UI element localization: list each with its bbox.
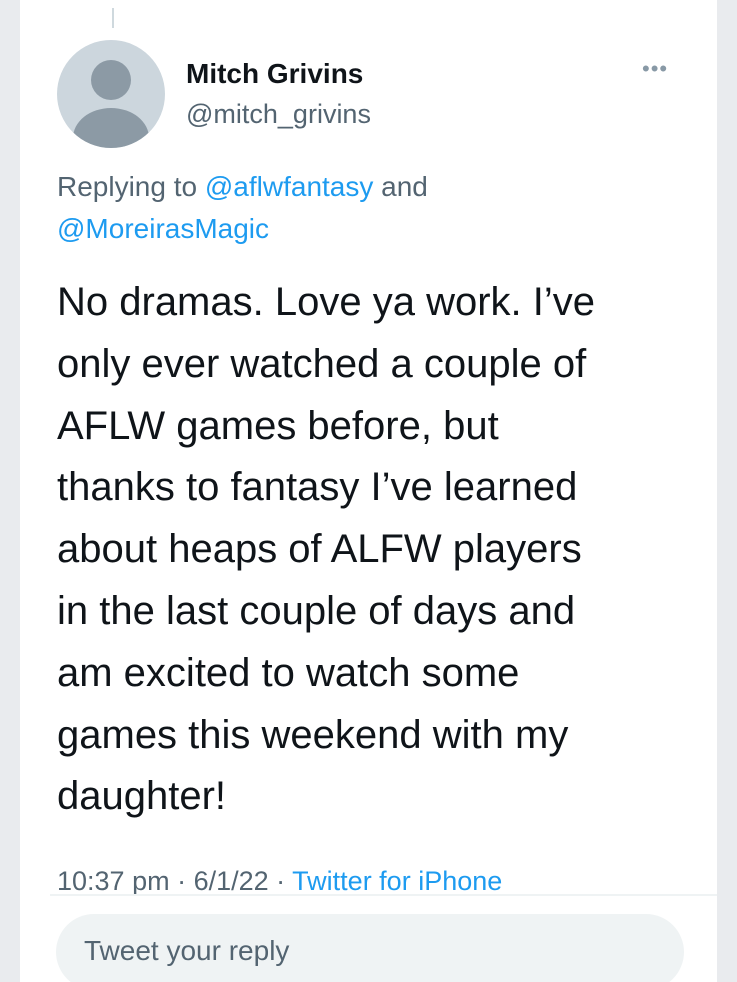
tweet-text-line: games this weekend with my xyxy=(57,712,569,757)
default-avatar-body-icon xyxy=(73,108,149,148)
reply-input[interactable]: Tweet your reply xyxy=(56,914,684,982)
replying-to-line: Replying to @aflwfantasy and @MoreirasMag… xyxy=(57,166,697,250)
tweet-date[interactable]: 6/1/22 xyxy=(194,866,269,896)
tweet-time[interactable]: 10:37 pm xyxy=(57,866,170,896)
tweet-text-line: am excited to watch some xyxy=(57,650,520,695)
divider xyxy=(50,894,717,896)
tweet-card: Mitch Grivins @mitch_grivins ••• Replyin… xyxy=(20,0,717,982)
tweet-text: No dramas. Love ya work. I’ve only ever … xyxy=(57,272,697,828)
tweet-text-line: AFLW games before, but xyxy=(57,403,499,448)
replying-to-label: Replying to xyxy=(57,171,205,202)
more-options-icon[interactable]: ••• xyxy=(642,56,668,82)
avatar[interactable] xyxy=(57,40,165,148)
default-avatar-head-icon xyxy=(91,60,131,100)
author-handle[interactable]: @mitch_grivins xyxy=(186,99,371,130)
meta-separator: · xyxy=(169,866,194,896)
thread-connector-line xyxy=(112,8,114,28)
tweet-text-line: daughter! xyxy=(57,774,227,819)
tweet-metadata: 10:37 pm · 6/1/22 · Twitter for iPhone xyxy=(57,866,502,897)
author-name[interactable]: Mitch Grivins xyxy=(186,58,363,90)
tweet-text-line: No dramas. Love ya work. I’ve xyxy=(57,280,595,324)
mention-aflwfantasy[interactable]: @aflwfantasy xyxy=(205,171,374,202)
tweet-text-line: only ever watched a couple of xyxy=(57,341,587,386)
tweet-source-link[interactable]: Twitter for iPhone xyxy=(292,866,502,896)
meta-separator: · xyxy=(268,866,293,896)
tweet-text-line: about heaps of ALFW players xyxy=(57,527,582,572)
tweet-text-line: in the last couple of days and xyxy=(57,588,576,633)
reply-placeholder: Tweet your reply xyxy=(84,935,290,966)
replying-conjunction: and xyxy=(373,171,428,202)
mention-moreirasmagic[interactable]: @MoreirasMagic xyxy=(57,213,269,244)
tweet-text-line: thanks to fantasy I’ve learned xyxy=(57,465,578,510)
